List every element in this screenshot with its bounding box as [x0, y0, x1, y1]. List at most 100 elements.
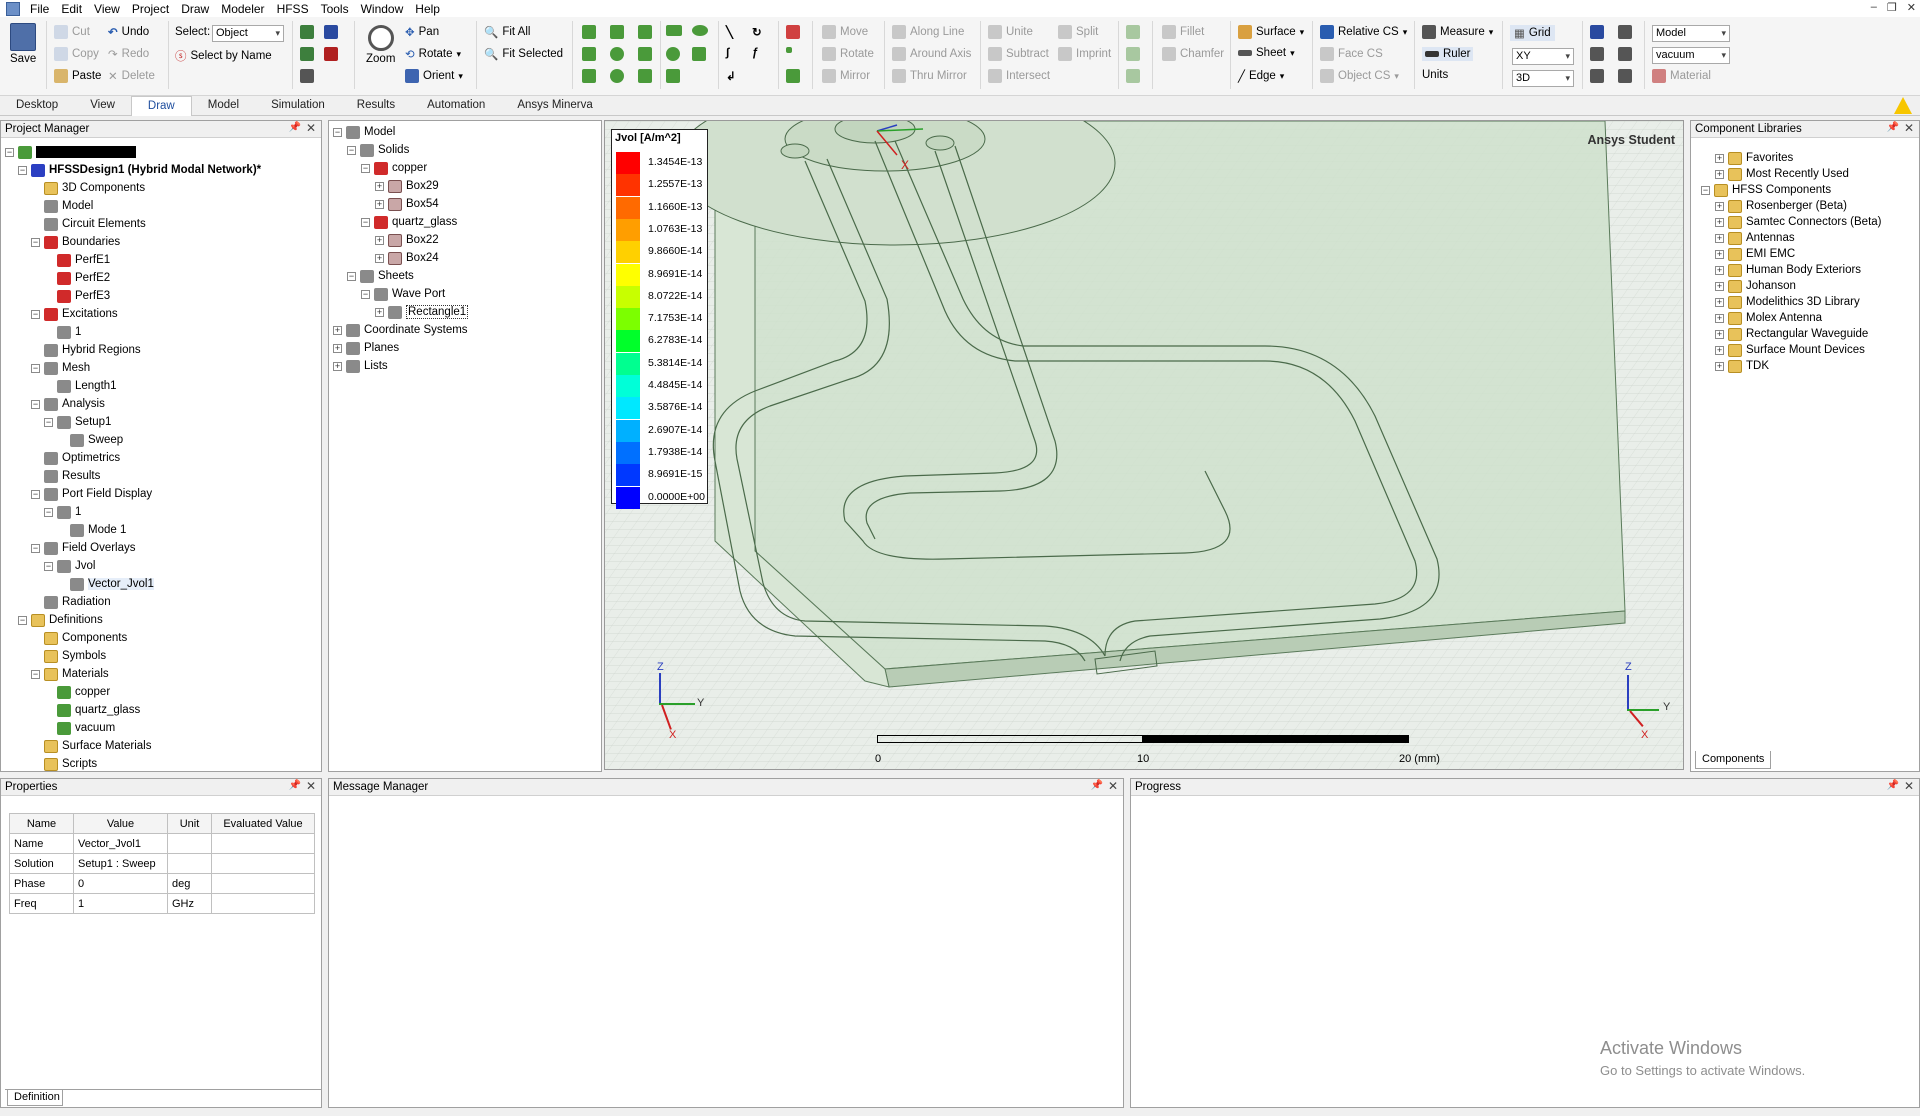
collapse-icon[interactable]: −: [31, 669, 40, 679]
tab-results[interactable]: Results: [341, 96, 411, 116]
snap-grid-button[interactable]: [1590, 25, 1604, 39]
thicken-button[interactable]: [1126, 47, 1140, 61]
collapse-icon[interactable]: −: [361, 163, 370, 173]
draw-regpoly-button[interactable]: [582, 69, 596, 83]
save-button[interactable]: Save: [10, 23, 36, 65]
pm-tree-item[interactable]: +PerfE3: [44, 287, 110, 305]
mt-tree-item[interactable]: − Wave Port: [361, 285, 445, 303]
intersect-button[interactable]: Intersect: [988, 69, 1050, 83]
collapse-icon[interactable]: −: [31, 309, 40, 319]
close-icon[interactable]: ✕: [306, 121, 316, 135]
collapse-icon[interactable]: −: [44, 417, 53, 427]
draw-rectangle-button[interactable]: [666, 25, 682, 36]
menu-help[interactable]: Help: [409, 2, 446, 16]
pm-tree-item[interactable]: +Mode 1: [57, 521, 126, 539]
relative-cs-button[interactable]: Relative CS ▾: [1320, 25, 1407, 39]
pm-tree-item[interactable]: +Length1: [44, 377, 117, 395]
mt-tree-item[interactable]: + Coordinate Systems: [333, 321, 468, 339]
along-line-button[interactable]: Along Line: [892, 25, 964, 39]
sweep-button[interactable]: [1126, 25, 1140, 39]
pm-tree-item[interactable]: +Surface Materials: [31, 737, 151, 755]
redo-button[interactable]: ↷ Redo: [108, 47, 149, 61]
pin-icon[interactable]: 📌: [1887, 122, 1899, 133]
pm-tree-item[interactable]: +Components: [31, 629, 127, 647]
tab-automation[interactable]: Automation: [411, 96, 501, 116]
snap-quadrant-button[interactable]: [1618, 69, 1632, 83]
pm-tree-item[interactable]: +Sweep: [57, 431, 123, 449]
mt-tree-item[interactable]: − Model: [333, 123, 395, 141]
expand-icon[interactable]: +: [1715, 329, 1724, 339]
snap-edge-button[interactable]: [1590, 47, 1604, 61]
draw-equation-button[interactable]: ƒ: [752, 47, 758, 59]
collapse-icon[interactable]: −: [333, 127, 342, 137]
fit-selected-button[interactable]: 🔍 Fit Selected: [484, 47, 563, 61]
fit-all-button[interactable]: 🔍 Fit All: [484, 25, 530, 39]
pm-tree-item[interactable]: +copper: [44, 683, 110, 701]
mt-tree-item[interactable]: + Box29: [375, 177, 439, 195]
expand-icon[interactable]: +: [1715, 169, 1724, 179]
pm-tree-item[interactable]: − Mesh: [31, 359, 90, 377]
pm-tree-item[interactable]: +Model: [31, 197, 93, 215]
pm-tree-item[interactable]: +Optimetrics: [31, 449, 120, 467]
pm-tree-item[interactable]: − Setup1: [44, 413, 111, 431]
expand-icon[interactable]: +: [1715, 281, 1724, 291]
expand-icon[interactable]: +: [1715, 217, 1724, 227]
model-mode-dropdown[interactable]: Model: [1652, 25, 1730, 42]
pin-icon[interactable]: 📌: [1887, 780, 1899, 791]
minimize-icon[interactable]: –: [1871, 1, 1877, 14]
pin-icon[interactable]: 📌: [1091, 780, 1103, 791]
mt-tree-item[interactable]: − Sheets: [347, 267, 414, 285]
draw-helix-button[interactable]: [638, 25, 652, 39]
tab-definition[interactable]: Definition: [7, 1090, 63, 1106]
restore-icon[interactable]: ❐: [1887, 1, 1897, 14]
menu-file[interactable]: File: [24, 2, 55, 16]
pm-tree-item[interactable]: − Analysis: [31, 395, 105, 413]
imprint-button[interactable]: Imprint: [1058, 47, 1111, 61]
mt-tree-item[interactable]: − copper: [361, 159, 427, 177]
pm-tree-item[interactable]: +PerfE1: [44, 251, 110, 269]
collapse-icon[interactable]: −: [361, 289, 370, 299]
pm-tree-item[interactable]: − HFSSDesign1 (Hybrid Modal Network)*: [18, 161, 261, 179]
tab-model[interactable]: Model: [192, 96, 255, 116]
draw-icon-2[interactable]: [300, 47, 314, 61]
chamfer-button[interactable]: Chamfer: [1162, 47, 1224, 61]
draw-icon-1[interactable]: [300, 25, 314, 39]
menu-view[interactable]: View: [88, 2, 126, 16]
select-by-name-button[interactable]: ⓢ Select by Name: [175, 48, 272, 64]
thru-mirror-button[interactable]: Thru Mirror: [892, 69, 967, 83]
tab-components[interactable]: Components: [1695, 751, 1771, 769]
tab-simulation[interactable]: Simulation: [255, 96, 341, 116]
collapse-icon[interactable]: −: [44, 561, 53, 571]
pm-tree-item[interactable]: −1: [44, 503, 81, 521]
expand-icon[interactable]: +: [1715, 345, 1724, 355]
draw-torus-button[interactable]: [610, 69, 624, 83]
connect-button[interactable]: [1126, 69, 1140, 83]
pm-tree-item[interactable]: − Jvol: [44, 557, 95, 575]
tab-ansys-minerva[interactable]: Ansys Minerva: [501, 96, 608, 116]
expand-icon[interactable]: +: [333, 343, 342, 353]
pm-tree-item[interactable]: +3D Components: [31, 179, 145, 197]
menu-window[interactable]: Window: [355, 2, 410, 16]
draw-point2-button[interactable]: [786, 47, 792, 53]
draw-icon-4[interactable]: [324, 25, 338, 39]
material-button[interactable]: Material: [1652, 69, 1711, 83]
collapse-icon[interactable]: −: [347, 271, 356, 281]
draw-cone-button[interactable]: [610, 25, 624, 39]
edge-button[interactable]: ╱ Edge ▾: [1238, 69, 1284, 83]
pm-tree-item[interactable]: +Results: [31, 467, 100, 485]
pm-tree-item[interactable]: +Vector_Jvol1: [57, 575, 154, 593]
pm-tree-item[interactable]: +vacuum: [44, 719, 115, 737]
close-icon[interactable]: ✕: [306, 779, 316, 793]
collapse-icon[interactable]: −: [347, 145, 356, 155]
mirror-button[interactable]: Mirror: [822, 69, 870, 83]
cut-button[interactable]: Cut: [54, 25, 90, 39]
close-icon[interactable]: ✕: [1904, 121, 1914, 135]
pan-button[interactable]: ✥ Pan: [405, 25, 439, 39]
expand-icon[interactable]: +: [1715, 297, 1724, 307]
expand-icon[interactable]: +: [1715, 265, 1724, 275]
pm-tree-item[interactable]: − Port Field Display: [31, 485, 152, 503]
copy-button[interactable]: Copy: [54, 47, 99, 61]
menu-modeler[interactable]: Modeler: [215, 2, 270, 16]
draw-polygon-button[interactable]: [666, 69, 680, 83]
pm-tree-item[interactable]: − Boundaries: [31, 233, 120, 251]
